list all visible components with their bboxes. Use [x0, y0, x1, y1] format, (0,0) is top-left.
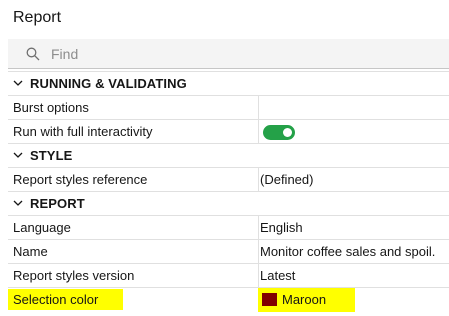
color-swatch[interactable] — [262, 293, 277, 306]
property-list: RUNNING & VALIDATING Burst options Run w… — [8, 71, 449, 312]
column-divider — [258, 120, 259, 143]
section-label: STYLE — [30, 148, 73, 163]
interactivity-toggle[interactable] — [263, 125, 295, 140]
section-label: REPORT — [30, 196, 85, 211]
property-row-burst-options[interactable]: Burst options — [8, 95, 449, 119]
property-name: Report styles reference — [13, 172, 148, 187]
properties-panel: Report RUNNING & VALIDATING Burst option… — [0, 0, 449, 316]
section-style[interactable]: STYLE — [8, 143, 449, 167]
property-row-name[interactable]: Name Monitor coffee sales and spoil. — [8, 239, 449, 263]
column-divider — [258, 240, 259, 263]
property-value[interactable]: (Defined) — [260, 171, 449, 188]
property-name: Run with full interactivity — [13, 124, 153, 139]
property-name: Report styles version — [13, 268, 135, 283]
property-row-report-styles-version[interactable]: Report styles version Latest — [8, 263, 449, 287]
property-row-run-with-full-interactivity[interactable]: Run with full interactivity — [8, 119, 449, 143]
search-input[interactable] — [51, 44, 431, 64]
panel-title: Report — [13, 9, 62, 26]
property-name: Selection color — [13, 292, 99, 307]
property-value[interactable]: Monitor coffee sales and spoil. — [260, 243, 449, 260]
search-icon — [26, 47, 40, 61]
chevron-down-icon[interactable] — [11, 76, 25, 90]
chevron-down-icon[interactable] — [11, 196, 25, 210]
column-divider — [258, 96, 259, 119]
property-name: Language — [13, 220, 71, 235]
toggle-knob — [283, 128, 292, 137]
property-name: Burst options — [13, 100, 89, 115]
property-row-selection-color[interactable]: Selection color Maroon — [8, 287, 449, 312]
column-divider — [258, 264, 259, 287]
property-row-report-styles-reference[interactable]: Report styles reference (Defined) — [8, 167, 449, 191]
column-divider — [258, 168, 259, 191]
property-value[interactable]: Maroon — [282, 291, 326, 308]
search-box[interactable] — [8, 39, 449, 69]
section-report[interactable]: REPORT — [8, 191, 449, 215]
column-divider — [258, 216, 259, 239]
property-name: Name — [13, 244, 48, 259]
section-label: RUNNING & VALIDATING — [30, 76, 187, 91]
section-running-validating[interactable]: RUNNING & VALIDATING — [8, 71, 449, 95]
property-row-language[interactable]: Language English — [8, 215, 449, 239]
property-value[interactable]: English — [260, 219, 449, 236]
chevron-down-icon[interactable] — [11, 148, 25, 162]
property-value[interactable]: Latest — [260, 267, 449, 284]
